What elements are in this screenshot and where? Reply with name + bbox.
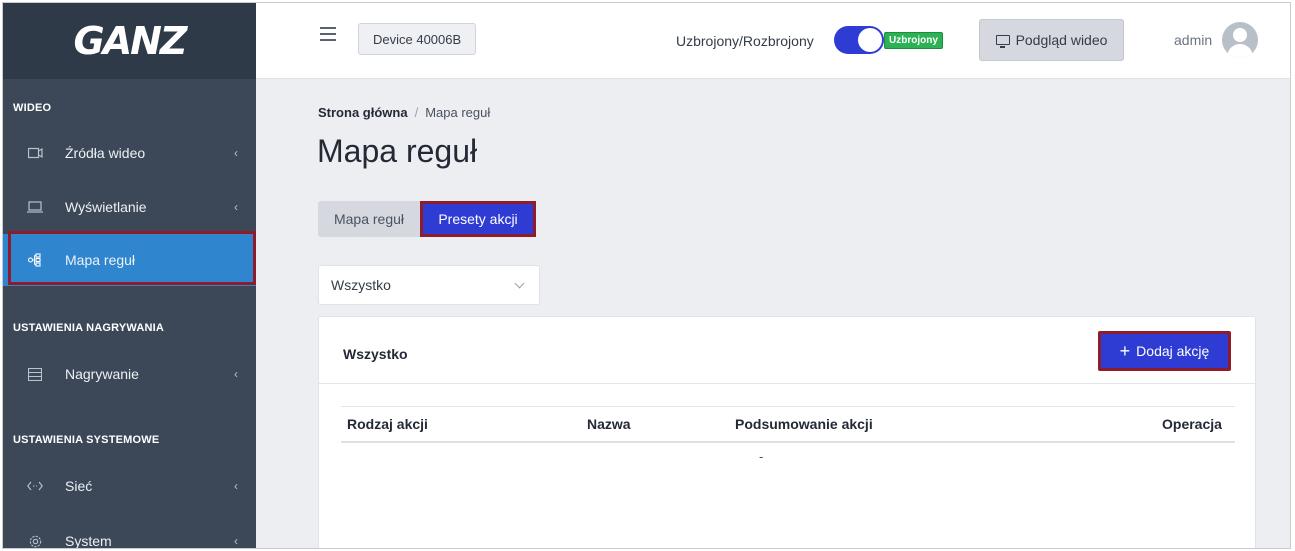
menu-toggle-icon[interactable] xyxy=(320,27,336,45)
laptop-icon xyxy=(25,201,45,213)
section-title-recording: USTAWIENIA NAGRYWANIA xyxy=(13,322,165,334)
list-icon xyxy=(25,367,45,381)
card-divider xyxy=(319,383,1255,384)
card-title: Wszystko xyxy=(343,346,408,362)
device-selector-button[interactable]: Device 40006B xyxy=(358,23,477,55)
logo-bar: GANZ xyxy=(3,3,256,79)
sidebar-item-label: Sieć xyxy=(65,478,93,494)
sidebar-item-display[interactable]: Wyświetlanie ‹ xyxy=(3,181,256,233)
sidebar-item-label: Źródła wideo xyxy=(65,145,146,161)
sidebar-item-label: Mapa reguł xyxy=(65,252,136,268)
section-title-system: USTAWIENIA SYSTEMOWE xyxy=(13,434,160,446)
sidebar-item-label: System xyxy=(65,533,112,549)
table-header-border xyxy=(341,406,1235,407)
column-header-operation: Operacja xyxy=(1162,416,1222,432)
breadcrumb: Strona główna / Mapa reguł xyxy=(318,105,490,120)
sidebar-item-recording[interactable]: Nagrywanie ‹ xyxy=(3,348,256,400)
plus-icon: + xyxy=(1119,341,1131,361)
rule-map-icon xyxy=(25,253,45,267)
sidebar-item-rule-map[interactable]: Mapa reguł xyxy=(3,234,256,286)
page-title: Mapa reguł xyxy=(317,133,478,169)
chevron-left-icon: ‹ xyxy=(234,534,238,548)
sidebar-item-label: Wyświetlanie xyxy=(65,199,147,215)
ganz-logo[interactable]: GANZ xyxy=(74,19,188,63)
toggle-knob xyxy=(858,28,882,52)
tab-rule-map[interactable]: Mapa reguł xyxy=(318,201,420,237)
network-icon xyxy=(25,481,45,491)
chevron-left-icon: ‹ xyxy=(234,200,238,214)
action-presets-card: Wszystko + Dodaj akcję Rodzaj akcji Nazw… xyxy=(318,316,1256,548)
app-window: GANZ WIDEO Źródła wideo ‹ Wyświetlanie ‹… xyxy=(2,2,1291,549)
arm-toggle-switch[interactable] xyxy=(834,26,884,54)
column-header-action-type: Rodzaj akcji xyxy=(347,416,428,432)
breadcrumb-separator: / xyxy=(414,105,419,120)
user-name[interactable]: admin xyxy=(1174,32,1212,48)
column-header-name: Nazwa xyxy=(587,416,631,432)
monitor-icon xyxy=(995,35,1010,48)
sidebar-item-video-sources[interactable]: Źródła wideo ‹ xyxy=(3,127,256,179)
tab-action-presets[interactable]: Presety akcji xyxy=(420,201,536,237)
sidebar-item-network[interactable]: Sieć ‹ xyxy=(3,460,256,512)
chevron-left-icon: ‹ xyxy=(234,146,238,160)
chevron-down-icon xyxy=(514,278,525,289)
category-filter-select[interactable]: Wszystko xyxy=(318,265,540,305)
column-header-action-summary: Podsumowanie akcji xyxy=(735,416,873,432)
chevron-left-icon: ‹ xyxy=(234,479,238,493)
chevron-left-icon: ‹ xyxy=(234,367,238,381)
section-title-video: WIDEO xyxy=(13,102,52,114)
user-avatar[interactable] xyxy=(1222,22,1258,58)
sidebar: GANZ WIDEO Źródła wideo ‹ Wyświetlanie ‹… xyxy=(3,3,256,549)
breadcrumb-current: Mapa reguł xyxy=(425,105,491,120)
camera-icon xyxy=(25,147,45,159)
topbar: Device 40006B Uzbrojony/Rozbrojony Uzbro… xyxy=(256,3,1290,79)
arm-status-badge: Uzbrojony xyxy=(884,32,943,49)
filter-selected-value: Wszystko xyxy=(331,277,391,293)
empty-table-placeholder: - xyxy=(759,449,764,464)
arm-toggle-label: Uzbrojony/Rozbrojony xyxy=(676,33,814,49)
video-preview-label: Podgląd wideo xyxy=(1015,32,1108,48)
gear-icon xyxy=(25,534,45,549)
sidebar-item-system[interactable]: System ‹ xyxy=(3,515,256,549)
video-preview-button[interactable]: Podgląd wideo xyxy=(979,19,1124,61)
sidebar-item-label: Nagrywanie xyxy=(65,366,139,382)
add-action-button[interactable]: + Dodaj akcję xyxy=(1098,331,1231,371)
breadcrumb-home-link[interactable]: Strona główna xyxy=(318,105,408,120)
add-action-label: Dodaj akcję xyxy=(1136,343,1210,359)
table-header-border xyxy=(341,441,1235,443)
